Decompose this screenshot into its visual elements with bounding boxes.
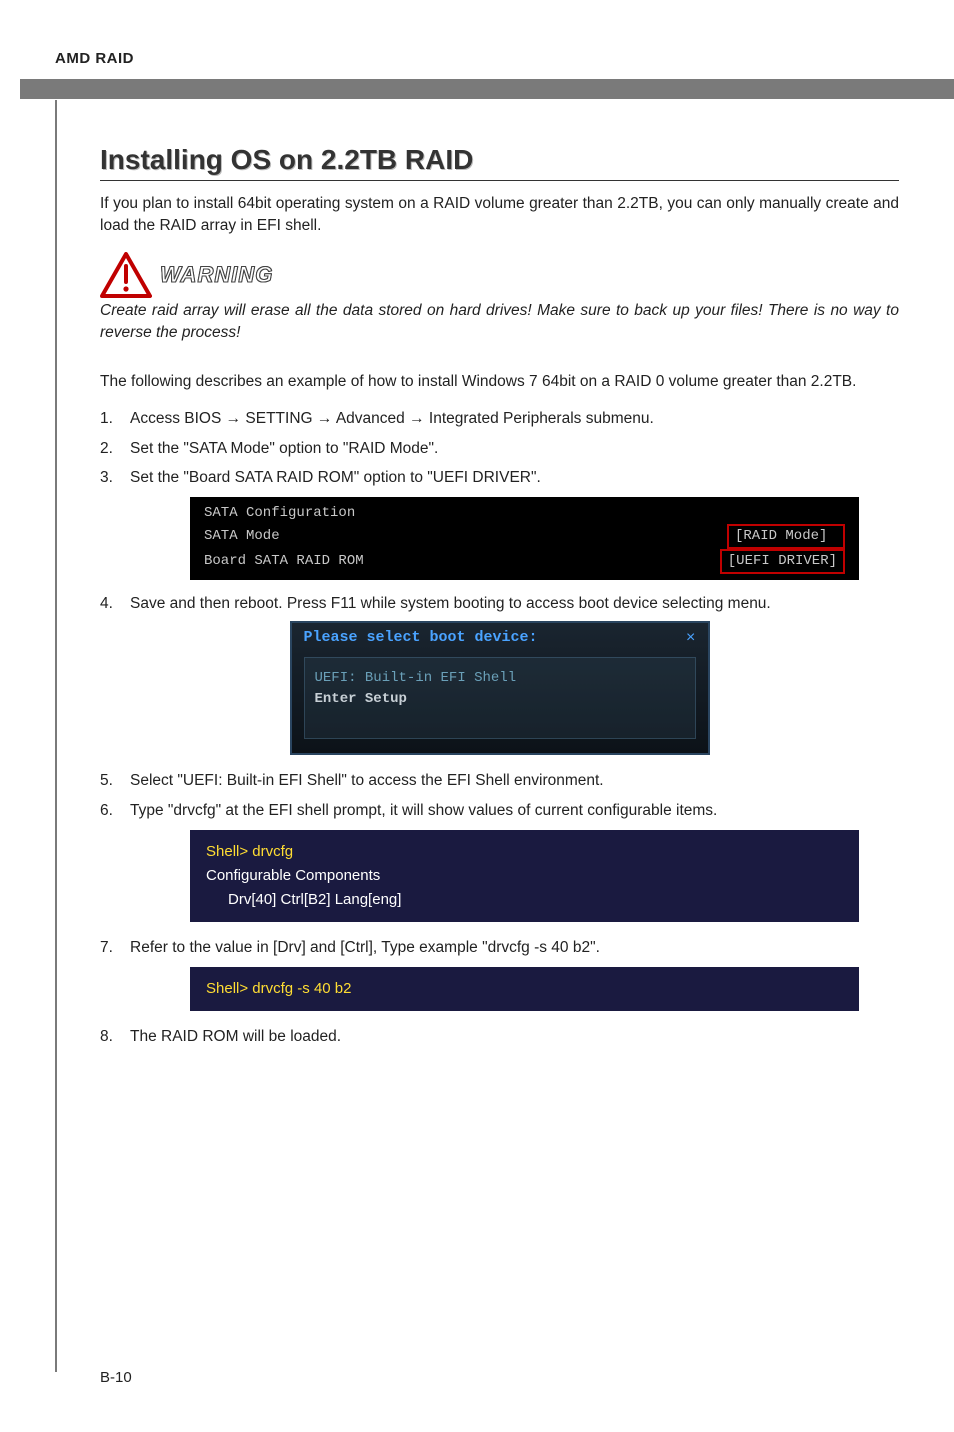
warning-note: Create raid array will erase all the dat… [100, 300, 899, 345]
step-number: 1. [100, 407, 130, 430]
shell-output: Shell> drvcfg -s 40 b2 [190, 967, 859, 1011]
shell-line: Drv[40] Ctrl[B2] Lang[eng] [206, 888, 843, 912]
bios-line: SATA Configuration [204, 503, 355, 524]
close-icon: × [686, 629, 696, 647]
step-text: Set the "Board SATA RAID ROM" option to … [130, 466, 899, 489]
shell-prompt: Shell> drvcfg -s 40 b2 [206, 977, 843, 1001]
example-intro: The following describes an example of ho… [100, 371, 899, 393]
step-number: 6. [100, 799, 130, 822]
bios-value: [UEFI DRIVER] [720, 549, 845, 574]
step-number: 2. [100, 437, 130, 460]
page-number: B-10 [100, 1369, 132, 1386]
intro-text: If you plan to install 64bit operating s… [100, 193, 899, 238]
bios-label: SATA Mode [204, 526, 280, 547]
step-text: Type "drvcfg" at the EFI shell prompt, i… [130, 799, 899, 822]
step-text: Refer to the value in [Drv] and [Ctrl], … [130, 936, 899, 959]
shell-prompt: Shell> drvcfg [206, 840, 843, 864]
step-text: The RAID ROM will be loaded. [130, 1025, 899, 1048]
bios-label: Board SATA RAID ROM [204, 551, 364, 572]
bios-value: [RAID Mode] [727, 524, 845, 549]
shell-line: Configurable Components [206, 864, 843, 888]
left-rule [55, 100, 57, 1372]
page-title: Installing OS on 2.2TB RAID [100, 144, 899, 181]
boot-option: UEFI: Built-in EFI Shell [315, 668, 685, 689]
step-text: Set the "SATA Mode" option to "RAID Mode… [130, 437, 899, 460]
warning-icon [100, 252, 152, 298]
steps-list: 5.Select "UEFI: Built-in EFI Shell" to a… [100, 769, 899, 822]
section-label: AMD RAID [55, 50, 899, 67]
step-text: Select "UEFI: Built-in EFI Shell" to acc… [130, 769, 899, 792]
boot-dialog-options: UEFI: Built-in EFI Shell Enter Setup [304, 657, 696, 739]
boot-dialog-title: Please select boot device: [304, 629, 538, 647]
bios-screenshot: SATA Configuration SATA Mode [RAID Mode]… [190, 497, 859, 580]
step-text: Access BIOS → SETTING → Advanced → Integ… [130, 407, 899, 430]
header-bar [20, 79, 954, 99]
step-number: 4. [100, 592, 130, 615]
boot-option: Enter Setup [315, 689, 685, 710]
step-number: 8. [100, 1025, 130, 1048]
step-text: Save and then reboot. Press F11 while sy… [130, 592, 899, 615]
steps-list: 4.Save and then reboot. Press F11 while … [100, 592, 899, 615]
warning-row: WARNING [100, 252, 899, 298]
shell-output: Shell> drvcfg Configurable Components Dr… [190, 830, 859, 922]
steps-list: 1.Access BIOS → SETTING → Advanced → Int… [100, 407, 899, 489]
steps-list: 7.Refer to the value in [Drv] and [Ctrl]… [100, 936, 899, 959]
step-number: 3. [100, 466, 130, 489]
step-number: 5. [100, 769, 130, 792]
step-number: 7. [100, 936, 130, 959]
boot-dialog-screenshot: Please select boot device: × UEFI: Built… [290, 621, 710, 755]
warning-label: WARNING [160, 262, 273, 288]
steps-list: 8.The RAID ROM will be loaded. [100, 1025, 899, 1048]
